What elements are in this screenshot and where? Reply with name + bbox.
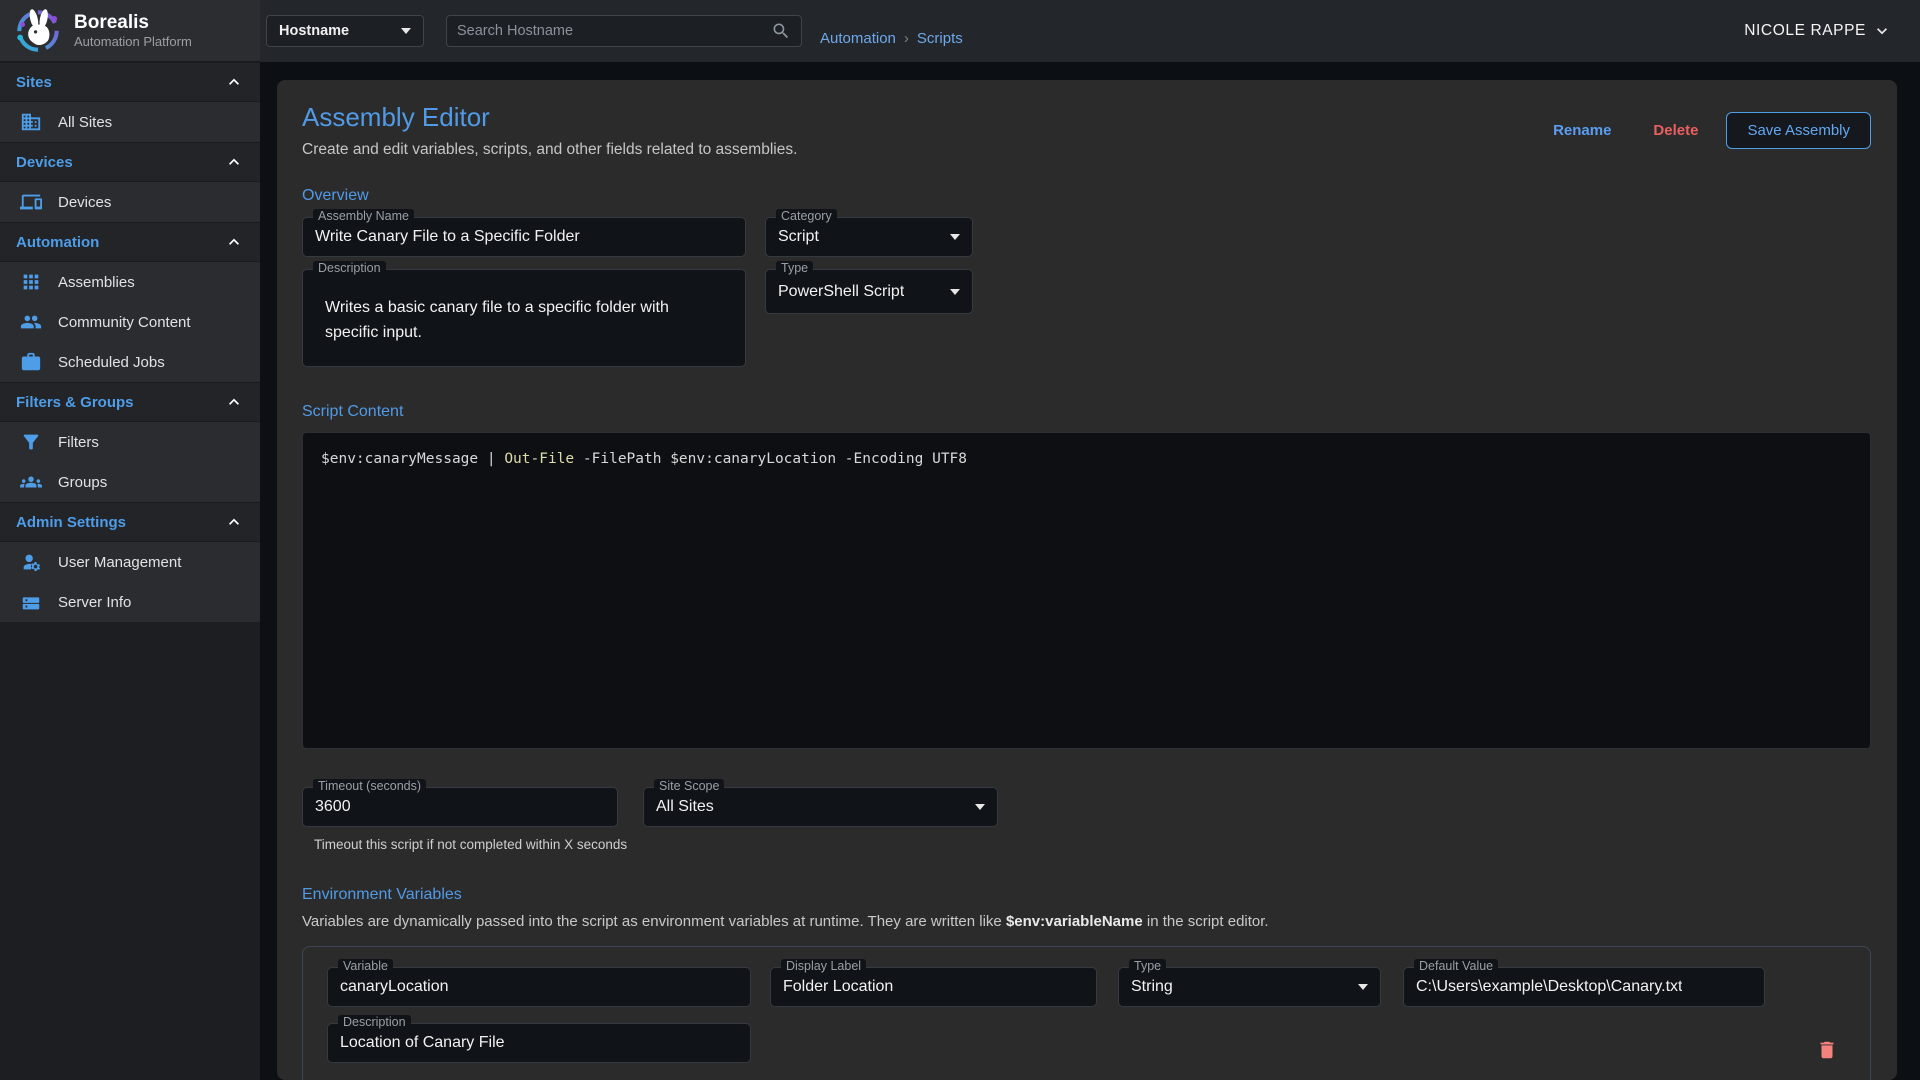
chevron-up-icon [224,232,244,252]
sidebar-item-scheduled-jobs[interactable]: Scheduled Jobs [0,342,260,382]
sidebar-section-filters-groups[interactable]: Filters & Groups [0,382,260,422]
breadcrumb: Automation › Scripts [820,30,963,47]
chevron-up-icon [224,152,244,172]
sidebar: Borealis Automation Platform Sites All S… [0,0,260,1080]
rabbit-logo-icon [12,5,64,57]
sidebar-section-automation[interactable]: Automation [0,222,260,262]
brand-text: Borealis Automation Platform [74,12,192,49]
building-icon [20,111,42,133]
env-vars-description: Variables are dynamically passed into th… [302,913,1871,930]
hostname-search[interactable] [446,15,802,47]
devices-icon [20,191,42,213]
script-code-editor[interactable]: $env:canaryMessage | Out-File -FilePath … [302,432,1871,749]
brand-name: Borealis [74,12,192,34]
chevron-down-icon [975,804,985,810]
content-area: Assembly Editor Create and edit variable… [260,62,1920,1080]
timeout-helper-text: Timeout this script if not completed wit… [314,837,1871,852]
app-root: Borealis Automation Platform Sites All S… [0,0,1920,1080]
overview-section-label: Overview [302,187,1871,205]
env-vars-section-label: Environment Variables [302,886,1871,904]
chevron-up-icon [224,392,244,412]
rename-button[interactable]: Rename [1539,114,1625,147]
chevron-up-icon [224,72,244,92]
page-subtitle: Create and edit variables, scripts, and … [302,141,797,159]
trash-icon [1816,1039,1838,1061]
sidebar-item-user-management[interactable]: User Management [0,542,260,582]
chevron-down-icon [950,234,960,240]
variable-row: Variable canaryLocation Display Label Fo… [302,946,1871,1080]
save-assembly-button[interactable]: Save Assembly [1726,112,1871,149]
sidebar-item-groups[interactable]: Groups [0,462,260,502]
type-select[interactable]: Type PowerShell Script [765,269,973,314]
hostname-select[interactable]: Hostname [266,15,424,47]
chevron-down-icon [401,28,411,34]
server-icon [20,591,42,613]
env-var-syntax: $env:variableName [1006,913,1143,930]
top-bar: Hostname Automation › Scripts NICOLE RAP… [260,0,1920,62]
breadcrumb-scripts[interactable]: Scripts [917,30,963,47]
site-scope-select[interactable]: Site Scope All Sites [643,787,998,827]
variable-name-field[interactable]: Variable canaryLocation [327,967,751,1007]
delete-variable-button[interactable] [1816,1039,1838,1064]
chevron-up-icon [224,512,244,532]
sidebar-item-devices[interactable]: Devices [0,182,260,222]
brand-logo: Borealis Automation Platform [0,0,260,62]
timeout-field[interactable]: Timeout (seconds) 3600 [302,787,618,827]
default-value-field[interactable]: Default Value C:\Users\example\Desktop\C… [1403,967,1765,1007]
user-name: NICOLE RAPPE [1744,22,1866,40]
page-header: Assembly Editor Create and edit variable… [302,102,797,159]
brand-tagline: Automation Platform [74,34,192,49]
description-field[interactable]: Description Writes a basic canary file t… [302,269,746,367]
page-title: Assembly Editor [302,102,797,133]
code-segment: $env:canaryMessage | [321,451,504,467]
assembly-name-field[interactable]: Assembly Name Write Canary File to a Spe… [302,217,746,257]
variable-type-select[interactable]: Type String [1118,967,1381,1007]
sidebar-empty-area [0,622,260,1080]
sidebar-section-sites[interactable]: Sites [0,62,260,102]
category-select[interactable]: Category Script [765,217,973,257]
breadcrumb-separator: › [904,30,909,47]
groups-icon [20,471,42,493]
chevron-down-icon [950,289,960,295]
code-segment-function: Out-File [504,451,574,467]
search-input[interactable] [457,23,771,39]
grid-icon [20,271,42,293]
sidebar-item-all-sites[interactable]: All Sites [0,102,260,142]
sidebar-section-admin-settings[interactable]: Admin Settings [0,502,260,542]
sidebar-item-community-content[interactable]: Community Content [0,302,260,342]
sidebar-section-devices[interactable]: Devices [0,142,260,182]
sidebar-item-server-info[interactable]: Server Info [0,582,260,622]
briefcase-icon [20,351,42,373]
display-label-field[interactable]: Display Label Folder Location [770,967,1097,1007]
header-actions: Rename Delete Save Assembly [1539,112,1871,149]
funnel-icon [20,431,42,453]
variable-description-field[interactable]: Description Location of Canary File [327,1023,751,1063]
user-gear-icon [20,551,42,573]
sidebar-item-assemblies[interactable]: Assemblies [0,262,260,302]
assembly-editor-card: Assembly Editor Create and edit variable… [277,80,1897,1080]
search-icon [771,21,791,41]
breadcrumb-automation[interactable]: Automation [820,30,896,47]
user-menu[interactable]: NICOLE RAPPE [1744,21,1892,41]
people-icon [20,311,42,333]
chevron-down-icon [1358,984,1368,990]
chevron-down-icon [1872,21,1892,41]
delete-button[interactable]: Delete [1639,114,1712,147]
code-segment: -FilePath $env:canaryLocation -Encoding … [574,451,967,467]
script-section-label: Script Content [302,403,1871,421]
sidebar-item-filters[interactable]: Filters [0,422,260,462]
